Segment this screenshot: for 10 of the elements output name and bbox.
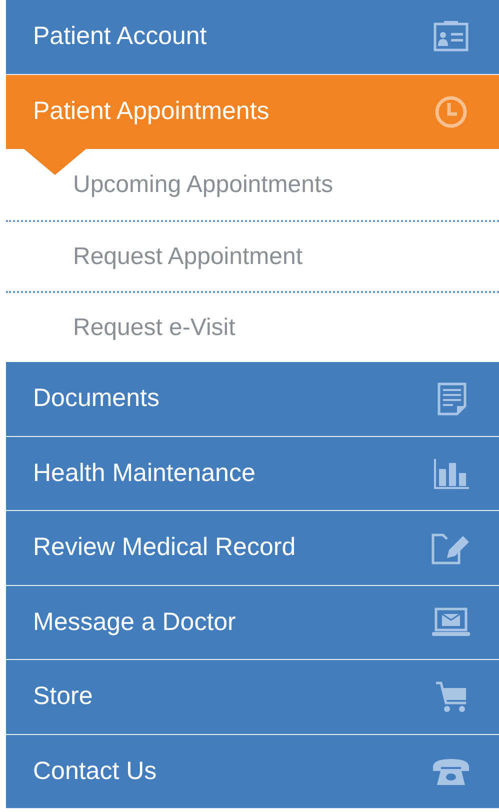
menu-item[interactable]: Store [6,660,499,734]
menu-item[interactable]: Patient Account [6,0,499,74]
menu-item[interactable]: Message a Doctor [6,586,499,660]
menu-item[interactable]: Health Maintenance [6,436,499,511]
menu-item[interactable]: Documents [6,362,499,436]
submenu-link[interactable]: Request e-Visit [73,310,236,346]
submenu-link[interactable]: Upcoming Appointments [73,166,334,202]
menu-item[interactable]: Contact Us [6,734,499,809]
submenu-link[interactable]: Request Appointment [73,238,302,274]
menu-item[interactable]: Review Medical Record [6,511,499,586]
